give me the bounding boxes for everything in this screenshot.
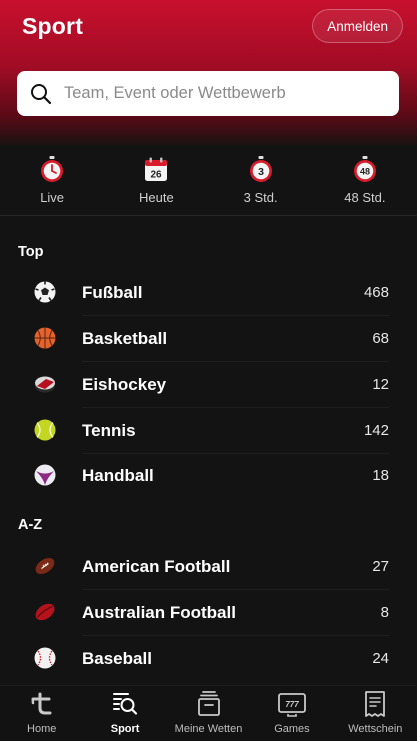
nav-my-bets-label: Meine Wetten xyxy=(174,723,243,735)
page-title: Sport xyxy=(22,13,84,39)
filter-48h-label: 48 Std. xyxy=(344,190,386,205)
filter-today-label: Heute xyxy=(139,190,174,205)
calendar-icon: 26 xyxy=(145,157,168,181)
sport-name: Handball xyxy=(82,466,154,485)
sport-row-australian-football[interactable]: Australian Football 8 xyxy=(0,590,417,636)
section-title-az: A-Z xyxy=(18,517,43,533)
sport-row-fussball[interactable]: Fußball 468 xyxy=(0,270,417,316)
sport-row-american-football[interactable]: American Football 27 xyxy=(0,544,417,590)
baseball-icon xyxy=(34,647,56,669)
handball-icon xyxy=(34,464,56,486)
nav-games[interactable]: 777 Games xyxy=(250,686,333,741)
time-filter-bar: Live 26 Heute 3 3 Std. 48 48 Std. xyxy=(0,145,417,216)
sport-row-baseball[interactable]: Baseball 24 xyxy=(0,636,417,682)
sport-name: Tennis xyxy=(82,421,136,440)
section-title-top: Top xyxy=(18,244,44,260)
sport-count: 468 xyxy=(363,284,389,301)
sport-count: 8 xyxy=(380,604,389,621)
soccer-ball-icon xyxy=(34,281,56,303)
timer-48-icon: 48 xyxy=(353,156,376,182)
sport-search-icon xyxy=(113,693,138,715)
calendar-badge: 26 xyxy=(151,170,163,181)
hockey-puck-icon xyxy=(35,376,55,393)
timer-3-icon: 3 xyxy=(249,156,272,182)
nav-betslip-label: Wettschein xyxy=(348,723,403,735)
sport-count: 24 xyxy=(372,650,389,667)
sport-row-eishockey[interactable]: Eishockey 12 xyxy=(0,362,417,408)
sport-count: 27 xyxy=(372,558,389,575)
search-input[interactable] xyxy=(62,83,386,104)
sport-count: 68 xyxy=(372,330,389,347)
basketball-icon xyxy=(34,327,56,349)
nav-sport[interactable]: Sport xyxy=(83,686,166,741)
nav-games-label: Games xyxy=(274,723,310,735)
filter-48h[interactable]: 48 48 Std. xyxy=(313,145,417,215)
nav-my-bets[interactable]: Meine Wetten xyxy=(167,686,250,741)
tennis-ball-icon xyxy=(34,419,56,441)
sport-name: American Football xyxy=(82,557,231,576)
sport-name: Fußball xyxy=(82,283,143,302)
filter-live[interactable]: Live xyxy=(0,145,104,215)
login-button[interactable]: Anmelden xyxy=(312,9,403,43)
filter-live-label: Live xyxy=(40,190,65,205)
filter-3h[interactable]: 3 3 Std. xyxy=(209,145,313,215)
nav-home[interactable]: Home xyxy=(0,686,83,741)
american-football-icon xyxy=(35,557,55,575)
sport-name: Basketball xyxy=(82,329,168,348)
home-logo-icon xyxy=(31,692,52,715)
search-icon xyxy=(31,83,52,104)
bottom-navigation: Home Sport Meine Wetten 777 Games Wettsc… xyxy=(0,685,417,741)
timer-48-badge: 48 xyxy=(360,167,370,177)
timer-3-badge: 3 xyxy=(258,166,264,178)
sport-row-tennis[interactable]: Tennis 142 xyxy=(0,408,417,454)
sport-name: Australian Football xyxy=(82,603,236,622)
nav-sport-label: Sport xyxy=(110,723,140,735)
sport-row-basketball[interactable]: Basketball 68 xyxy=(0,316,417,362)
nav-home-label: Home xyxy=(27,723,57,735)
sport-count: 142 xyxy=(363,422,389,439)
sport-row-handball[interactable]: Handball 18 xyxy=(0,453,417,499)
sport-count: 12 xyxy=(372,376,389,393)
sport-name: Baseball xyxy=(82,649,152,668)
filter-3h-label: 3 Std. xyxy=(243,190,278,205)
sport-name: Eishockey xyxy=(82,375,167,394)
nav-betslip[interactable]: Wettschein xyxy=(334,686,417,741)
stopwatch-icon xyxy=(41,156,64,182)
header: Sport Anmelden xyxy=(0,0,417,145)
australian-football-icon xyxy=(35,603,55,621)
search-bar[interactable] xyxy=(17,71,399,116)
betslip-icon xyxy=(365,691,386,717)
sport-count: 18 xyxy=(372,467,389,484)
filter-today[interactable]: 26 Heute xyxy=(104,145,208,215)
my-bets-icon xyxy=(197,691,220,716)
svg-text:777: 777 xyxy=(285,700,299,709)
games-icon: 777 xyxy=(278,693,306,717)
